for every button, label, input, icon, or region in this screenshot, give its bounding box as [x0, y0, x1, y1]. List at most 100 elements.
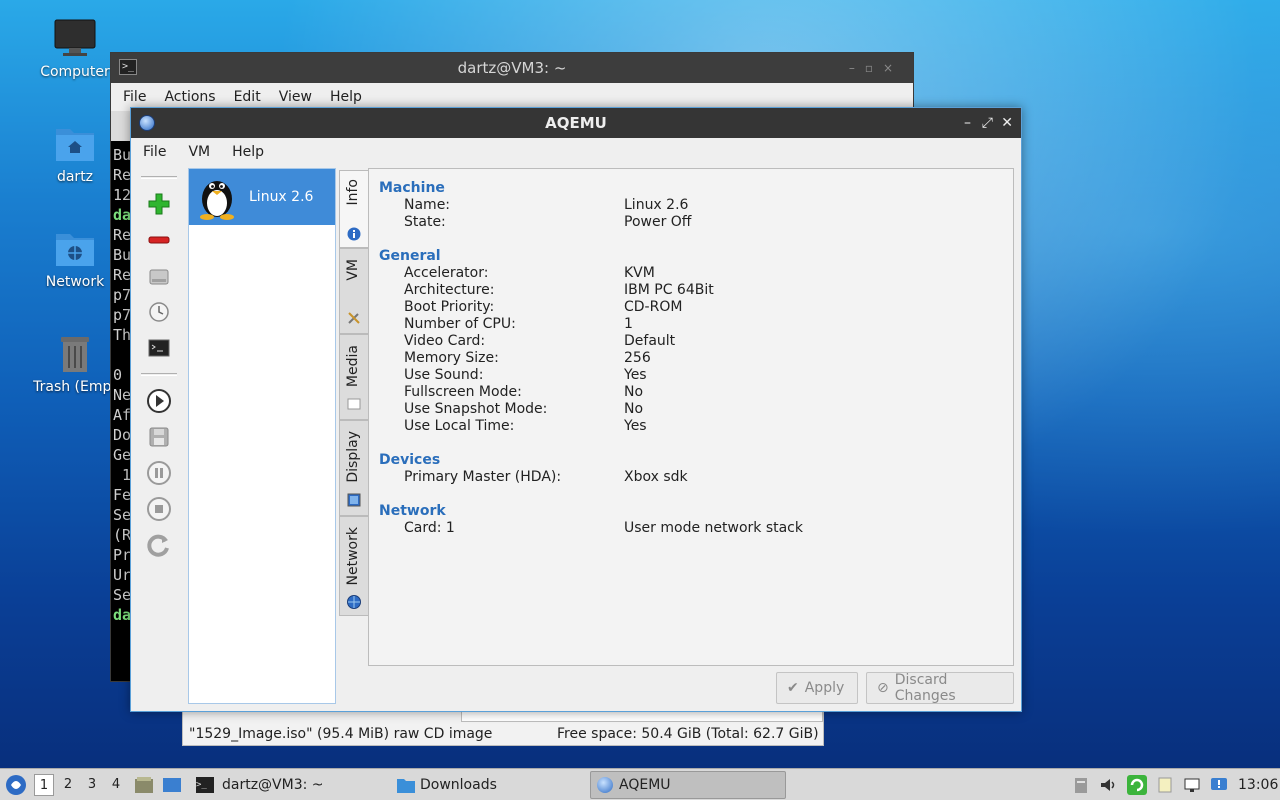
aqemu-titlebar[interactable]: AQEMU – ⤢ ✕ — [131, 108, 1021, 138]
pause-vm-button[interactable] — [141, 456, 177, 490]
workspace-3[interactable]: 3 — [82, 774, 102, 796]
network-status-icon[interactable] — [1183, 776, 1201, 794]
home-folder-icon — [56, 129, 94, 161]
stop-vm-button[interactable] — [141, 492, 177, 526]
workspace-1[interactable]: 1 — [34, 774, 54, 796]
aqemu-window[interactable]: AQEMU – ⤢ ✕ File VM Help Linux 2.6 Info … — [130, 107, 1022, 712]
tux-penguin-icon — [200, 181, 234, 220]
clipboard-icon[interactable] — [1072, 776, 1090, 794]
tab-vm[interactable]: VM — [339, 248, 368, 334]
taskbar: 1 2 3 4 >_ dartz@VM3: ~ Downloads AQEMU … — [0, 768, 1280, 800]
toolbar-separator — [141, 373, 177, 376]
window-controls[interactable]: –▫× — [849, 53, 903, 83]
info-key: Primary Master (HDA): — [404, 469, 562, 485]
clock[interactable]: 13:06 — [1238, 769, 1278, 800]
aqemu-app-icon — [597, 777, 613, 793]
taskbar-task-aqemu[interactable]: AQEMU — [590, 771, 786, 799]
terminal-line: Ne — [113, 386, 132, 404]
vm-toolbar — [135, 168, 183, 564]
add-vm-button[interactable] — [141, 187, 177, 221]
vm-list-item[interactable]: Linux 2.6 — [189, 169, 335, 225]
tab-label: Network — [345, 527, 361, 586]
aqemu-menu-file[interactable]: File — [143, 144, 166, 160]
terminal-menu-actions[interactable]: Actions — [164, 89, 225, 105]
vm-info-panel: Machine Name: Linux 2.6 State: Power Off… — [368, 168, 1014, 666]
terminal-line: Do — [113, 426, 132, 444]
show-desktop-icon[interactable] — [162, 775, 182, 795]
workspace-4[interactable]: 4 — [106, 774, 126, 796]
vm-name: Linux 2.6 — [249, 189, 314, 205]
tab-display[interactable]: Display — [339, 420, 368, 516]
snapshot-button[interactable] — [141, 295, 177, 329]
terminal-line: Pr — [113, 546, 132, 564]
selected-file-status: "1529_Image.iso" (95.4 MiB) raw CD image — [189, 726, 493, 742]
terminal-line: Se — [113, 506, 132, 524]
terminal-line: 12 — [113, 186, 132, 204]
vm-settings-button[interactable] — [141, 259, 177, 293]
discard-label: Discard Changes — [894, 672, 956, 704]
minimize-icon[interactable]: – — [964, 108, 971, 138]
terminal-line: Ur — [113, 566, 132, 584]
start-vm-button[interactable] — [141, 384, 177, 418]
terminal-menu-help[interactable]: Help — [330, 89, 372, 105]
file-manager-statusbar: "1529_Image.iso" (95.4 MiB) raw CD image… — [182, 710, 824, 746]
info-value: 1 — [624, 316, 633, 332]
monitor-icon — [54, 19, 96, 56]
terminal-menu-view[interactable]: View — [279, 89, 322, 105]
media-icon — [347, 398, 361, 410]
minus-icon — [148, 236, 170, 244]
notification-icon[interactable] — [1210, 776, 1228, 794]
maximize-icon[interactable]: ⤢ — [982, 108, 993, 138]
file-manager-launcher-icon[interactable] — [134, 775, 154, 795]
tab-media[interactable]: Media — [339, 334, 368, 420]
terminal-menu-file[interactable]: File — [123, 89, 156, 105]
save-vm-button[interactable] — [141, 420, 177, 454]
terminal-menu-edit[interactable]: Edit — [234, 89, 271, 105]
vm-list[interactable]: Linux 2.6 — [188, 168, 336, 704]
info-key: State: — [404, 214, 446, 230]
info-key: Name: — [404, 197, 451, 213]
desktop-icon-label: Network — [45, 274, 105, 290]
tab-label: Display — [345, 431, 361, 483]
delete-vm-button[interactable] — [141, 223, 177, 257]
info-key: Architecture: — [404, 282, 495, 298]
update-manager-icon[interactable] — [1126, 774, 1148, 796]
info-value: Yes — [624, 367, 647, 383]
terminal-line: Re — [113, 266, 132, 284]
terminal-line: p7 — [113, 306, 132, 324]
terminal-output[interactable]: Bu Re 12 da Re Bu Re p7 p7 Th 0 Ne Af Do… — [113, 145, 131, 625]
terminal-line: Af — [113, 406, 132, 424]
desktop-icon-label: Trash (Empt — [33, 379, 117, 395]
reset-vm-button[interactable] — [141, 528, 177, 562]
terminal-icon: >_ — [119, 59, 137, 75]
free-space-status: Free space: 50.4 GiB (Total: 62.7 GiB) — [557, 726, 819, 742]
taskbar-task-terminal[interactable]: >_ dartz@VM3: ~ — [190, 771, 386, 799]
trash-icon — [61, 337, 89, 372]
display-icon — [347, 493, 361, 507]
notes-icon[interactable] — [1156, 776, 1174, 794]
info-value: Power Off — [624, 214, 692, 230]
info-key: Use Local Time: — [404, 418, 515, 434]
task-label: dartz@VM3: ~ — [222, 777, 324, 793]
workspace-2[interactable]: 2 — [58, 774, 78, 796]
terminal-titlebar[interactable]: >_ dartz@VM3: ~ –▫× — [111, 53, 913, 83]
console-button[interactable] — [141, 331, 177, 365]
taskbar-task-downloads[interactable]: Downloads — [390, 771, 586, 799]
section-heading-machine: Machine — [379, 180, 445, 196]
aqemu-title: AQEMU — [545, 114, 607, 132]
aqemu-menu-help[interactable]: Help — [232, 144, 264, 160]
desktop-icon-label: dartz — [56, 169, 94, 185]
volume-icon[interactable] — [1099, 776, 1117, 794]
terminal-line: Re — [113, 166, 132, 184]
terminal-line: Ge — [113, 446, 132, 464]
tab-network[interactable]: Network — [339, 516, 368, 616]
tab-info[interactable]: Info — [339, 170, 368, 248]
apply-button[interactable]: ✔ Apply — [776, 672, 858, 704]
start-menu-icon[interactable] — [5, 774, 27, 796]
close-icon[interactable]: ✕ — [1001, 108, 1013, 138]
tab-label: VM — [345, 259, 361, 281]
aqemu-menu-vm[interactable]: VM — [188, 144, 210, 160]
stop-icon — [147, 497, 171, 521]
discard-changes-button[interactable]: ⊘ Discard Changes — [866, 672, 1014, 704]
